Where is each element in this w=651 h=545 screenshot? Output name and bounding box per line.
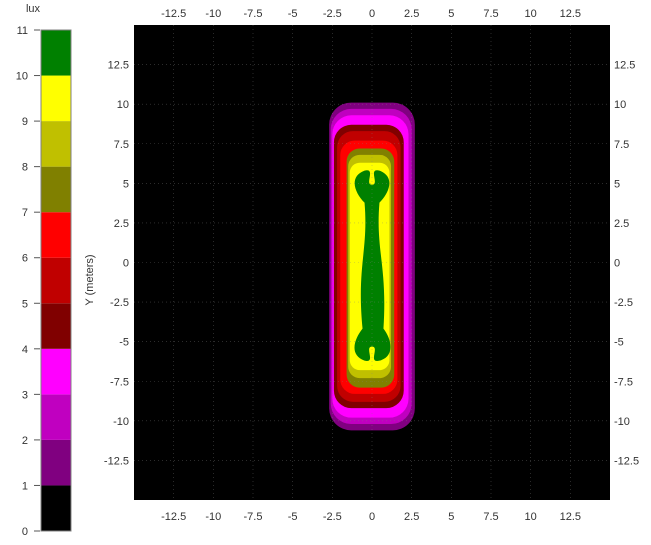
colorbar-band [41,166,71,213]
x-tick-label-top: 2.5 [404,8,419,20]
y-tick-label-left: -12.5 [104,455,129,467]
colorbar-tick-label: 7 [22,207,28,219]
colorbar-tick-label: 1 [22,480,28,492]
y-tick-label-right: 5 [614,178,620,190]
x-tick-label-bottom: 2.5 [404,511,419,523]
y-tick-label-right: 2.5 [614,218,629,230]
x-tick-label-top: -10 [205,8,221,20]
colorbar-tick-label: 3 [22,389,28,401]
colorbar-band [41,121,71,167]
colorbar-band [41,212,71,258]
y-tick-label-left: 7.5 [114,139,129,151]
colorbar-tick-label: 10 [16,71,28,83]
x-tick-label-top: -2.5 [323,8,342,20]
y-tick-label-right: -12.5 [614,455,639,467]
y-tick-label-left: -10 [113,416,129,428]
x-tick-label-top: 7.5 [483,8,498,20]
colorbar-tick-label: 0 [22,526,28,538]
y-tick-label-right: 10 [614,99,626,111]
x-tick-label-bottom: -10 [205,511,221,523]
y-tick-label-left: 0 [123,258,129,270]
y-tick-label-left: 2.5 [114,218,129,230]
colorbar-tick-label: 8 [22,162,28,174]
colorbar-band [41,30,71,76]
x-tick-label-top: 0 [369,8,375,20]
x-tick-label-bottom: 0 [369,511,375,523]
colorbar-tick-label: 4 [22,344,28,356]
y-tick-label-right: -10 [614,416,630,428]
colorbar-band [41,303,71,349]
y-tick-label-right: -5 [614,337,624,349]
x-tick-label-top: 10 [525,8,537,20]
colorbar: lux 0 1 2 3 4 5 6 7 8 9 10 11 [16,3,72,538]
colorbar-band [41,394,71,440]
x-tick-label-top: 5 [448,8,454,20]
colorbar-tick-label: 5 [22,298,28,310]
y-tick-label-left: 5 [123,178,129,190]
x-tick-label-top: -5 [288,8,298,20]
colorbar-tick-label: 11 [17,25,28,37]
y-tick-label-left: -5 [119,337,129,349]
illuminance-chart: lux 0 1 2 3 4 5 6 7 8 9 10 11 -12.5 -12.5 -10 -10 -7.5 -… [16,3,639,538]
x-tick-label-bottom: -12.5 [161,511,186,523]
colorbar-tick-label: 9 [22,116,28,128]
colorbar-band [41,348,71,395]
colorbar-band [41,439,71,486]
x-tick-label-bottom: 10 [525,511,537,523]
y-tick-label-right: -7.5 [614,376,633,388]
y-tick-label-left: 12.5 [108,60,129,72]
x-tick-label-top: 12.5 [560,8,581,20]
y-tick-label-left: 10 [117,99,129,111]
colorbar-tick-label: 2 [22,435,28,447]
colorbar-band [41,257,71,304]
x-tick-label-bottom: 5 [448,511,454,523]
x-tick-label-bottom: -5 [288,511,298,523]
y-tick-label-right: 12.5 [614,60,635,72]
y-tick-label-right: 0 [614,258,620,270]
x-tick-label-top: -7.5 [244,8,263,20]
colorbar-unit-label: lux [26,3,41,15]
y-tick-label-left: -2.5 [110,297,129,309]
x-tick-label-bottom: 7.5 [483,511,498,523]
x-tick-label-bottom: -2.5 [323,511,342,523]
x-tick-label-bottom: -7.5 [244,511,263,523]
y-tick-label-left: -7.5 [110,376,129,388]
colorbar-band [41,485,71,531]
y-axis-label: Y (meters) [84,254,96,305]
plot-area [134,25,610,500]
colorbar-band [41,75,71,122]
colorbar-tick-label: 6 [22,253,28,265]
y-tick-label-right: 7.5 [614,139,629,151]
x-tick-label-bottom: 12.5 [560,511,581,523]
y-tick-label-right: -2.5 [614,297,633,309]
x-tick-label-top: -12.5 [161,8,186,20]
